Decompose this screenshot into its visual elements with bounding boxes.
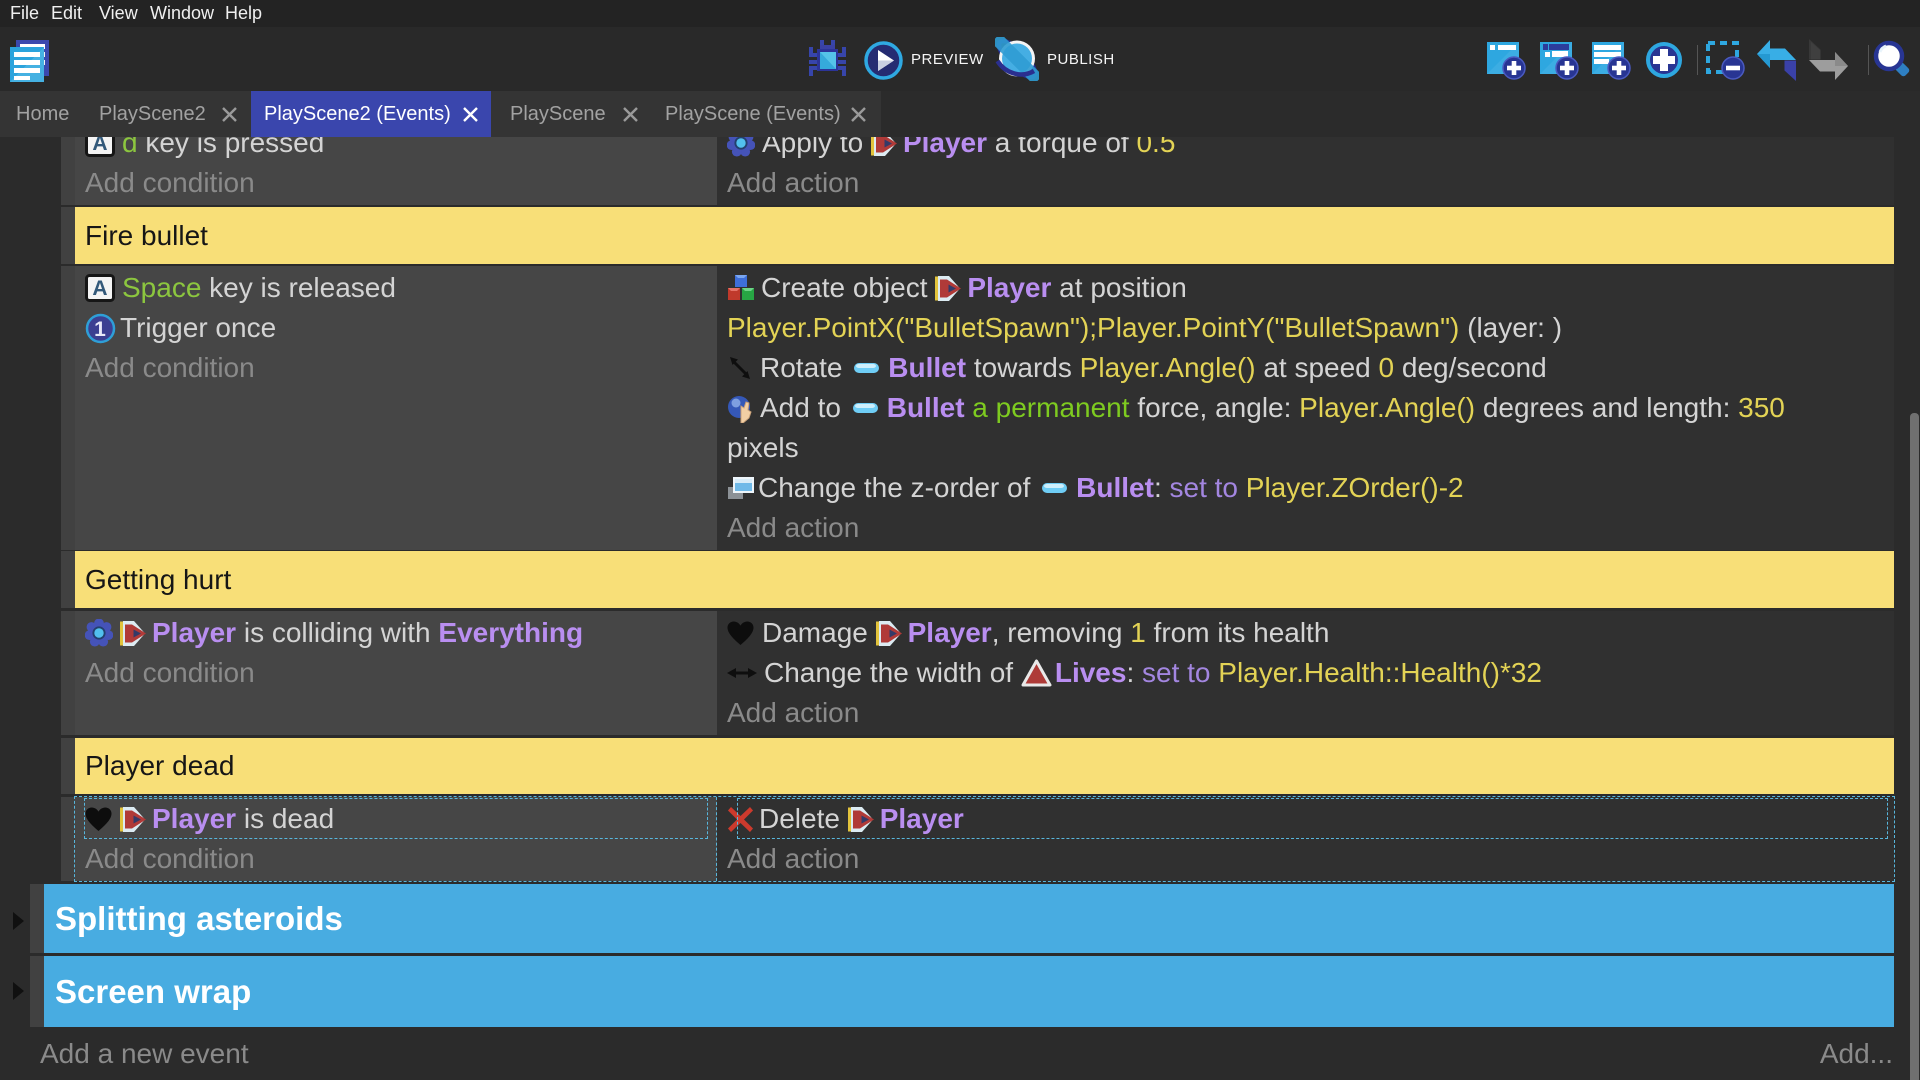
svg-text:1: 1 (94, 318, 106, 341)
svg-text:A: A (92, 137, 107, 155)
svg-text:A: A (92, 277, 107, 300)
